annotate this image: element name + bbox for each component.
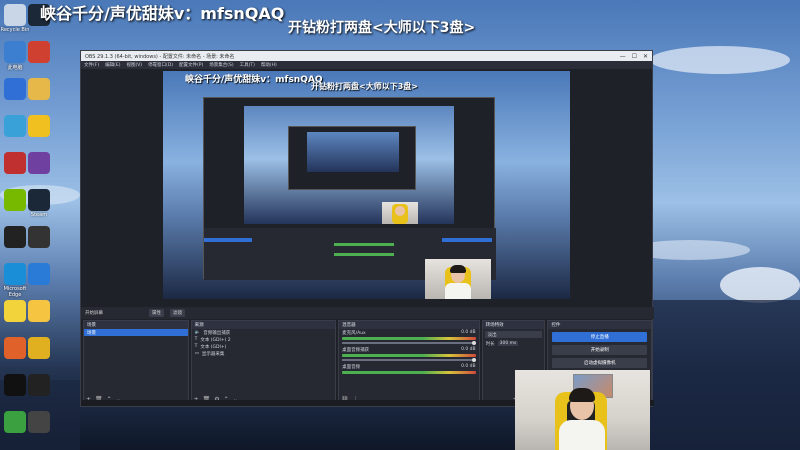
menu-edit[interactable]: 编辑(E) — [105, 62, 120, 68]
menu-file[interactable]: 文件(F) — [84, 62, 99, 68]
desktop-icon-label: Steam — [30, 212, 48, 218]
orange-icon[interactable] — [4, 337, 26, 359]
qq-icon[interactable] — [4, 374, 26, 396]
mixer-channel-db: 0.0 dB — [461, 347, 476, 352]
black-icon[interactable] — [28, 374, 50, 396]
volume-meter — [342, 354, 476, 357]
volume-slider[interactable] — [342, 341, 476, 345]
sources-dock: 来源 🔈 音频输出捕获 T 文本 (GDI+) 2 T 文本 (GDI+) ▭ 显示器采… — [190, 320, 337, 406]
computer-icon[interactable] — [4, 41, 26, 63]
scene-item[interactable]: 场景 — [84, 329, 188, 336]
stop-streaming-button[interactable]: 停止直播 — [552, 332, 648, 342]
mixer-channel-db: 0.0 dB — [461, 364, 476, 369]
filters-button[interactable]: 滤镜 — [170, 309, 185, 317]
menu-view[interactable]: 视图(V) — [126, 62, 142, 68]
volume-slider[interactable] — [342, 358, 476, 362]
source-strip-label: 开始屏幕 — [85, 311, 103, 316]
red-app-icon[interactable] — [4, 152, 26, 174]
monitor-icon: ▭ — [194, 351, 199, 356]
menu-tools[interactable]: 工具(T) — [240, 62, 255, 68]
mixer-title: 混音器 — [339, 321, 479, 329]
menu-help[interactable]: 帮助(H) — [261, 62, 277, 68]
desktop-icon-label: Microsoft Edge — [3, 286, 27, 298]
control-panel-icon[interactable] — [4, 115, 26, 137]
streamer-shirt — [559, 420, 605, 450]
controls-title: 控件 — [548, 321, 652, 329]
nested-obs-window — [203, 97, 496, 280]
preview-overlay-title: 峡谷千分/声优甜妹v：mfsnQAQ — [185, 75, 323, 85]
source-toolbar-strip: 开始屏幕 属性 滤镜 — [81, 307, 654, 319]
duck-icon[interactable] — [28, 300, 50, 322]
transition-select[interactable]: 淡出 — [484, 331, 543, 338]
start-recording-button[interactable]: 开始录制 — [552, 345, 648, 355]
properties-button[interactable]: 属性 — [149, 309, 164, 317]
yellow-app-icon[interactable] — [28, 115, 50, 137]
steam2-icon[interactable] — [28, 189, 50, 211]
clock-icon[interactable] — [28, 411, 50, 433]
source-item[interactable]: T 文本 (GDI+) 2 — [192, 336, 335, 343]
minimize-icon[interactable]: — — [620, 53, 626, 60]
network-icon[interactable] — [4, 78, 26, 100]
nvidia-icon[interactable] — [4, 189, 26, 211]
ring-icon[interactable] — [28, 337, 50, 359]
obs-window: OBS 29.1.3 (64-bit, windows) - 配置文件: 未命名… — [80, 50, 654, 407]
duration-input[interactable]: 300 ms — [497, 341, 519, 346]
recycle-bin-icon[interactable] — [4, 4, 26, 26]
scenes-title: 场景 — [84, 321, 188, 329]
mixer-channel-db: 0.0 dB — [461, 330, 476, 335]
stream-overlay-subtitle: 开钻粉打两盘<大师以下3盘> — [288, 20, 476, 36]
menu-profile[interactable]: 配置文件(P) — [179, 62, 203, 68]
window-title: OBS 29.1.3 (64-bit, windows) - 配置文件: 未命名… — [85, 53, 235, 60]
game-icon[interactable] — [28, 152, 50, 174]
mixer-dock: 混音器 麦克风/Aux 0.0 dB 桌面音频捕获 0.0 dB 桌面音频 0.0 d… — [338, 320, 480, 406]
preview-overlay-subtitle: 开钻粉打两盘<大师以下3盘> — [311, 82, 418, 91]
speaker-icon: 🔈 — [194, 330, 201, 335]
webcam-overlay — [515, 370, 650, 450]
yellow-face-icon[interactable] — [4, 300, 26, 322]
green-icon[interactable] — [4, 411, 26, 433]
close-icon[interactable]: ✕ — [643, 53, 648, 60]
source-item[interactable]: 🔈 音频输出捕获 — [192, 329, 335, 336]
text-icon: T — [194, 344, 198, 349]
maximize-icon[interactable]: ☐ — [632, 53, 637, 60]
mixer-channel-name: 桌面音频 — [342, 364, 361, 370]
preview-desktop-capture: 峡谷千分/声优甜妹v：mfsnQAQ 开钻粉打两盘<大师以下3盘> — [163, 71, 570, 299]
menu-scene-collection[interactable]: 场景集合(S) — [209, 62, 233, 68]
transitions-title: 转场特效 — [482, 321, 545, 329]
virtual-camera-button[interactable]: 启动虚拟摄像机 — [552, 358, 648, 368]
g-hub-icon[interactable] — [4, 226, 26, 248]
duration-label: 时长 — [485, 341, 495, 347]
folder-icon[interactable] — [28, 78, 50, 100]
mixer-channel-name: 麦克风/Aux — [342, 330, 366, 336]
obs-menubar: 文件(F) 编辑(E) 视图(V) 停靠窗口(D) 配置文件(P) 场景集合(S… — [81, 61, 652, 69]
obs-preview-canvas[interactable]: 峡谷千分/声优甜妹v：mfsnQAQ 开钻粉打两盘<大师以下3盘> — [163, 71, 570, 299]
menu-docks[interactable]: 停靠窗口(D) — [148, 62, 173, 68]
source-item[interactable]: ▭ 显示器采集 — [192, 350, 335, 357]
desktop-icon-label: 此电脑 — [7, 65, 23, 71]
headset-icon[interactable] — [28, 226, 50, 248]
app-icon[interactable] — [28, 41, 50, 63]
preview-webcam — [425, 259, 491, 299]
stream-overlay-title: 峡谷千分/声优甜妹v：mfsnQAQ — [40, 4, 285, 23]
volume-meter — [342, 371, 476, 374]
text-icon: T — [194, 337, 198, 342]
source-item[interactable]: T 文本 (GDI+) — [192, 343, 335, 350]
mixer-channel-name: 桌面音频捕获 — [342, 347, 370, 353]
desktop-icon-label: Recycle Bin — [0, 27, 30, 33]
wegame-icon[interactable] — [28, 263, 50, 285]
obs-titlebar: OBS 29.1.3 (64-bit, windows) - 配置文件: 未命名… — [81, 51, 652, 61]
volume-meter — [342, 337, 476, 340]
sources-title: 来源 — [191, 321, 336, 329]
scenes-dock: 场景 场景 +🗑⌃⌄ — [83, 320, 189, 406]
edge-icon[interactable] — [4, 263, 26, 285]
